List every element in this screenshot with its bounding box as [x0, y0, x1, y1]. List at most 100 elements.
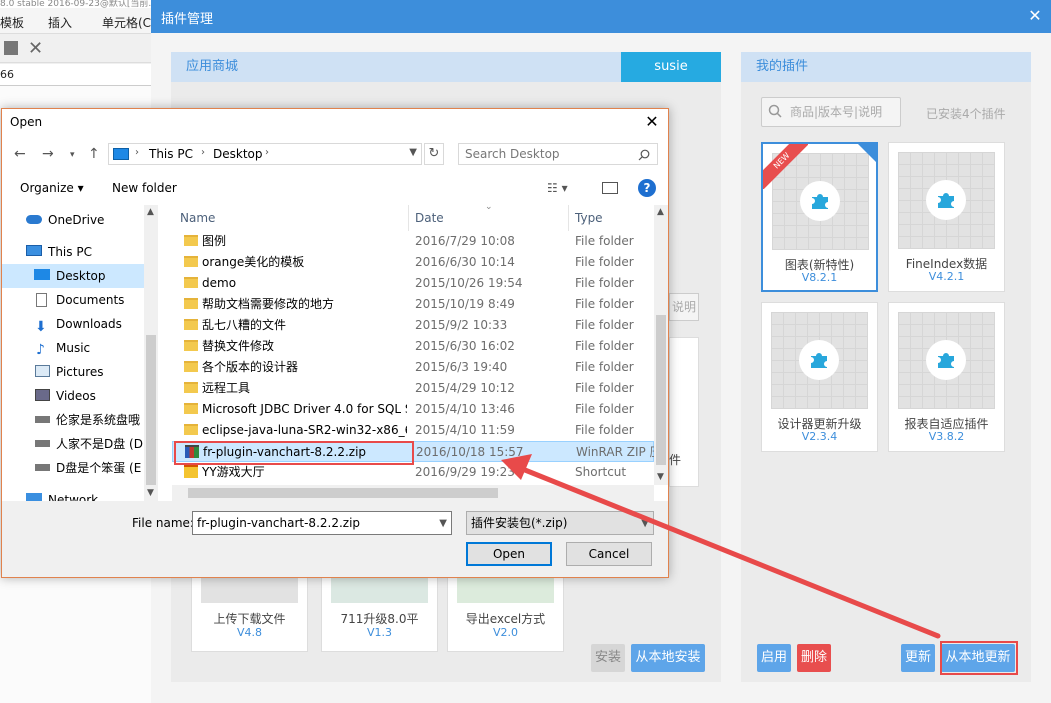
back-arrow-icon[interactable]: ← — [14, 146, 26, 162]
column-separator[interactable] — [568, 205, 569, 231]
drive-icon — [35, 440, 50, 447]
chevron-right-icon[interactable]: › — [201, 147, 205, 158]
organize-menu[interactable]: Organize ▾ — [20, 181, 84, 195]
new-folder-button[interactable]: New folder — [112, 181, 177, 195]
file-row[interactable]: Microsoft JDBC Driver 4.0 for SQL Se... 2… — [172, 399, 654, 420]
sidebar-item-downloads[interactable]: ⬇ Downloads — [2, 312, 144, 336]
file-row[interactable]: orange美化的模板 2016/6/30 10:14 File folder — [172, 252, 654, 273]
scrollbar-thumb[interactable] — [188, 488, 498, 498]
scrollbar-thumb[interactable] — [146, 335, 156, 485]
cancel-button[interactable]: Cancel — [566, 542, 652, 566]
breadcrumb-this-pc[interactable]: This PC — [149, 147, 193, 161]
file-list-horizontal-scrollbar[interactable] — [172, 485, 654, 501]
up-arrow-icon[interactable]: ↑ — [88, 146, 100, 162]
downloads-icon: ⬇ — [35, 319, 47, 335]
user-name[interactable]: susie — [621, 52, 721, 82]
close-icon[interactable]: ✕ — [1025, 6, 1045, 26]
menu-cell[interactable]: 单元格(C — [102, 14, 151, 31]
file-name: Microsoft JDBC Driver 4.0 for SQL Se... — [202, 402, 407, 416]
chevron-down-icon[interactable]: ▼ — [409, 147, 417, 158]
close-icon[interactable]: ✕ — [28, 38, 43, 59]
store-search-input[interactable]: 说明 — [669, 293, 699, 321]
update-button[interactable]: 更新 — [901, 644, 935, 672]
plugin-card[interactable]: 设计器更新升级 V2.3.4 — [761, 302, 878, 452]
preview-pane-icon[interactable] — [602, 182, 618, 194]
plugin-card[interactable]: 报表自适应插件 V3.8.2 — [888, 302, 1005, 452]
file-name-input[interactable]: fr-plugin-vanchart-8.2.2.zip ▼ — [192, 511, 452, 535]
file-row[interactable]: YY游戏大厅 2016/9/29 19:23 Shortcut — [172, 462, 654, 483]
sidebar-item-drive-e[interactable]: D盘是个笨蛋 (E — [2, 456, 144, 480]
breadcrumb-desktop[interactable]: Desktop — [213, 147, 263, 161]
toolbar-icon[interactable] — [4, 41, 18, 55]
videos-icon — [35, 389, 50, 401]
column-header-date[interactable]: Date — [415, 211, 444, 225]
scroll-up-arrow-icon[interactable]: ▲ — [657, 207, 664, 217]
column-header-type[interactable]: Type — [575, 211, 603, 225]
folder-icon — [184, 403, 198, 414]
refresh-icon[interactable]: ↻ — [424, 143, 444, 165]
recent-locations-icon[interactable]: ▾ — [70, 150, 75, 160]
install-local-button[interactable]: 从本地安装 — [631, 644, 705, 672]
search-input[interactable]: Search Desktop — [458, 143, 658, 165]
store-plugin-card[interactable]: 711升级8.0平 V1.3 — [321, 572, 438, 652]
sidebar-item-this-pc[interactable]: This PC — [2, 240, 144, 264]
tab-store[interactable]: 应用商城 — [171, 52, 621, 82]
drive-icon — [35, 464, 50, 471]
close-icon[interactable]: ✕ — [642, 112, 662, 132]
file-row[interactable]: demo 2015/10/26 19:54 File folder — [172, 273, 654, 294]
file-row[interactable]: 远程工具 2015/4/29 10:12 File folder — [172, 378, 654, 399]
plugin-manager-titlebar: 插件管理 ✕ — [151, 0, 1051, 33]
sidebar-item-documents[interactable]: Documents — [2, 288, 144, 312]
menu-template[interactable]: 模板 — [0, 14, 24, 31]
column-header-name[interactable]: Name — [180, 211, 215, 225]
file-name: demo — [202, 276, 237, 290]
file-list-scrollbar[interactable]: ▲ ▼ — [654, 205, 668, 485]
column-separator[interactable] — [408, 205, 409, 231]
file-row[interactable]: 乱七八糟的文件 2015/9/2 10:33 File folder — [172, 315, 654, 336]
sidebar-item-drive-d[interactable]: 人家不是D盘 (D — [2, 432, 144, 456]
file-row[interactable]: 各个版本的设计器 2015/6/3 19:40 File folder — [172, 357, 654, 378]
plugin-card[interactable]: FineIndex数据 V4.2.1 — [888, 142, 1005, 292]
file-row[interactable]: 图例 2016/7/29 10:08 File folder — [172, 231, 654, 252]
scroll-down-arrow-icon[interactable]: ▼ — [147, 488, 154, 498]
sidebar-item-onedrive[interactable]: OneDrive — [2, 208, 144, 232]
help-icon[interactable]: ? — [638, 179, 656, 197]
scroll-down-arrow-icon[interactable]: ▼ — [657, 472, 664, 482]
plugin-version: V8.2.1 — [801, 271, 838, 284]
scroll-up-arrow-icon[interactable]: ▲ — [147, 207, 154, 217]
enable-button[interactable]: 启用 — [757, 644, 791, 672]
sidebar-item-network[interactable]: Network — [2, 488, 144, 501]
install-button[interactable]: 安装 — [591, 644, 625, 672]
scrollbar-thumb[interactable] — [656, 315, 666, 465]
chevron-down-icon[interactable]: ▼ — [641, 513, 649, 535]
folder-icon — [184, 340, 198, 351]
chevron-down-icon[interactable]: ▼ — [439, 513, 447, 535]
address-bar[interactable]: › This PC › Desktop › ▼ — [108, 143, 422, 165]
sidebar-item-videos[interactable]: Videos — [2, 384, 144, 408]
navigation-scrollbar[interactable]: ▲ ▼ — [144, 205, 158, 501]
plugin-search-input[interactable]: 商品|版本号|说明 — [761, 97, 901, 127]
file-row[interactable]: 帮助文档需要修改的地方 2015/10/19 8:49 File folder — [172, 294, 654, 315]
delete-button[interactable]: 删除 — [797, 644, 831, 672]
menu-insert[interactable]: 插入 — [48, 14, 72, 31]
plugin-card[interactable]: NEW 图表(新特性) V8.2.1 — [761, 142, 878, 292]
sidebar-item-pictures[interactable]: Pictures — [2, 360, 144, 384]
tab-my-plugins[interactable]: 我的插件 — [741, 52, 1031, 82]
chevron-right-icon[interactable]: › — [265, 147, 269, 158]
shortcut-icon — [184, 465, 198, 478]
open-button[interactable]: Open — [466, 542, 552, 566]
plugin-version: V4.2.1 — [928, 270, 965, 283]
sidebar-item-music[interactable]: ♪ Music — [2, 336, 144, 360]
view-options-icon[interactable]: ☷ ▾ — [547, 181, 568, 195]
file-type-select[interactable]: 插件安装包(*.zip) ▼ — [466, 511, 654, 535]
file-row[interactable]: 替换文件修改 2015/6/30 16:02 File folder — [172, 336, 654, 357]
chevron-right-icon[interactable]: › — [135, 147, 139, 158]
forward-arrow-icon[interactable]: → — [42, 146, 54, 162]
store-plugin-card[interactable]: 上传下载文件 V4.8 — [191, 572, 308, 652]
store-plugin-card[interactable]: 导出excel方式 V2.0 — [447, 572, 564, 652]
file-row[interactable]: eclipse-java-luna-SR2-win32-x86_64 2015/4… — [172, 420, 654, 441]
sidebar-item-desktop[interactable]: Desktop — [2, 264, 144, 288]
highlight-selected-file — [174, 441, 414, 465]
sidebar-item-drive-c[interactable]: 伦家是系统盘哦 — [2, 408, 144, 432]
plugin-name: 导出excel方式 — [465, 612, 546, 626]
